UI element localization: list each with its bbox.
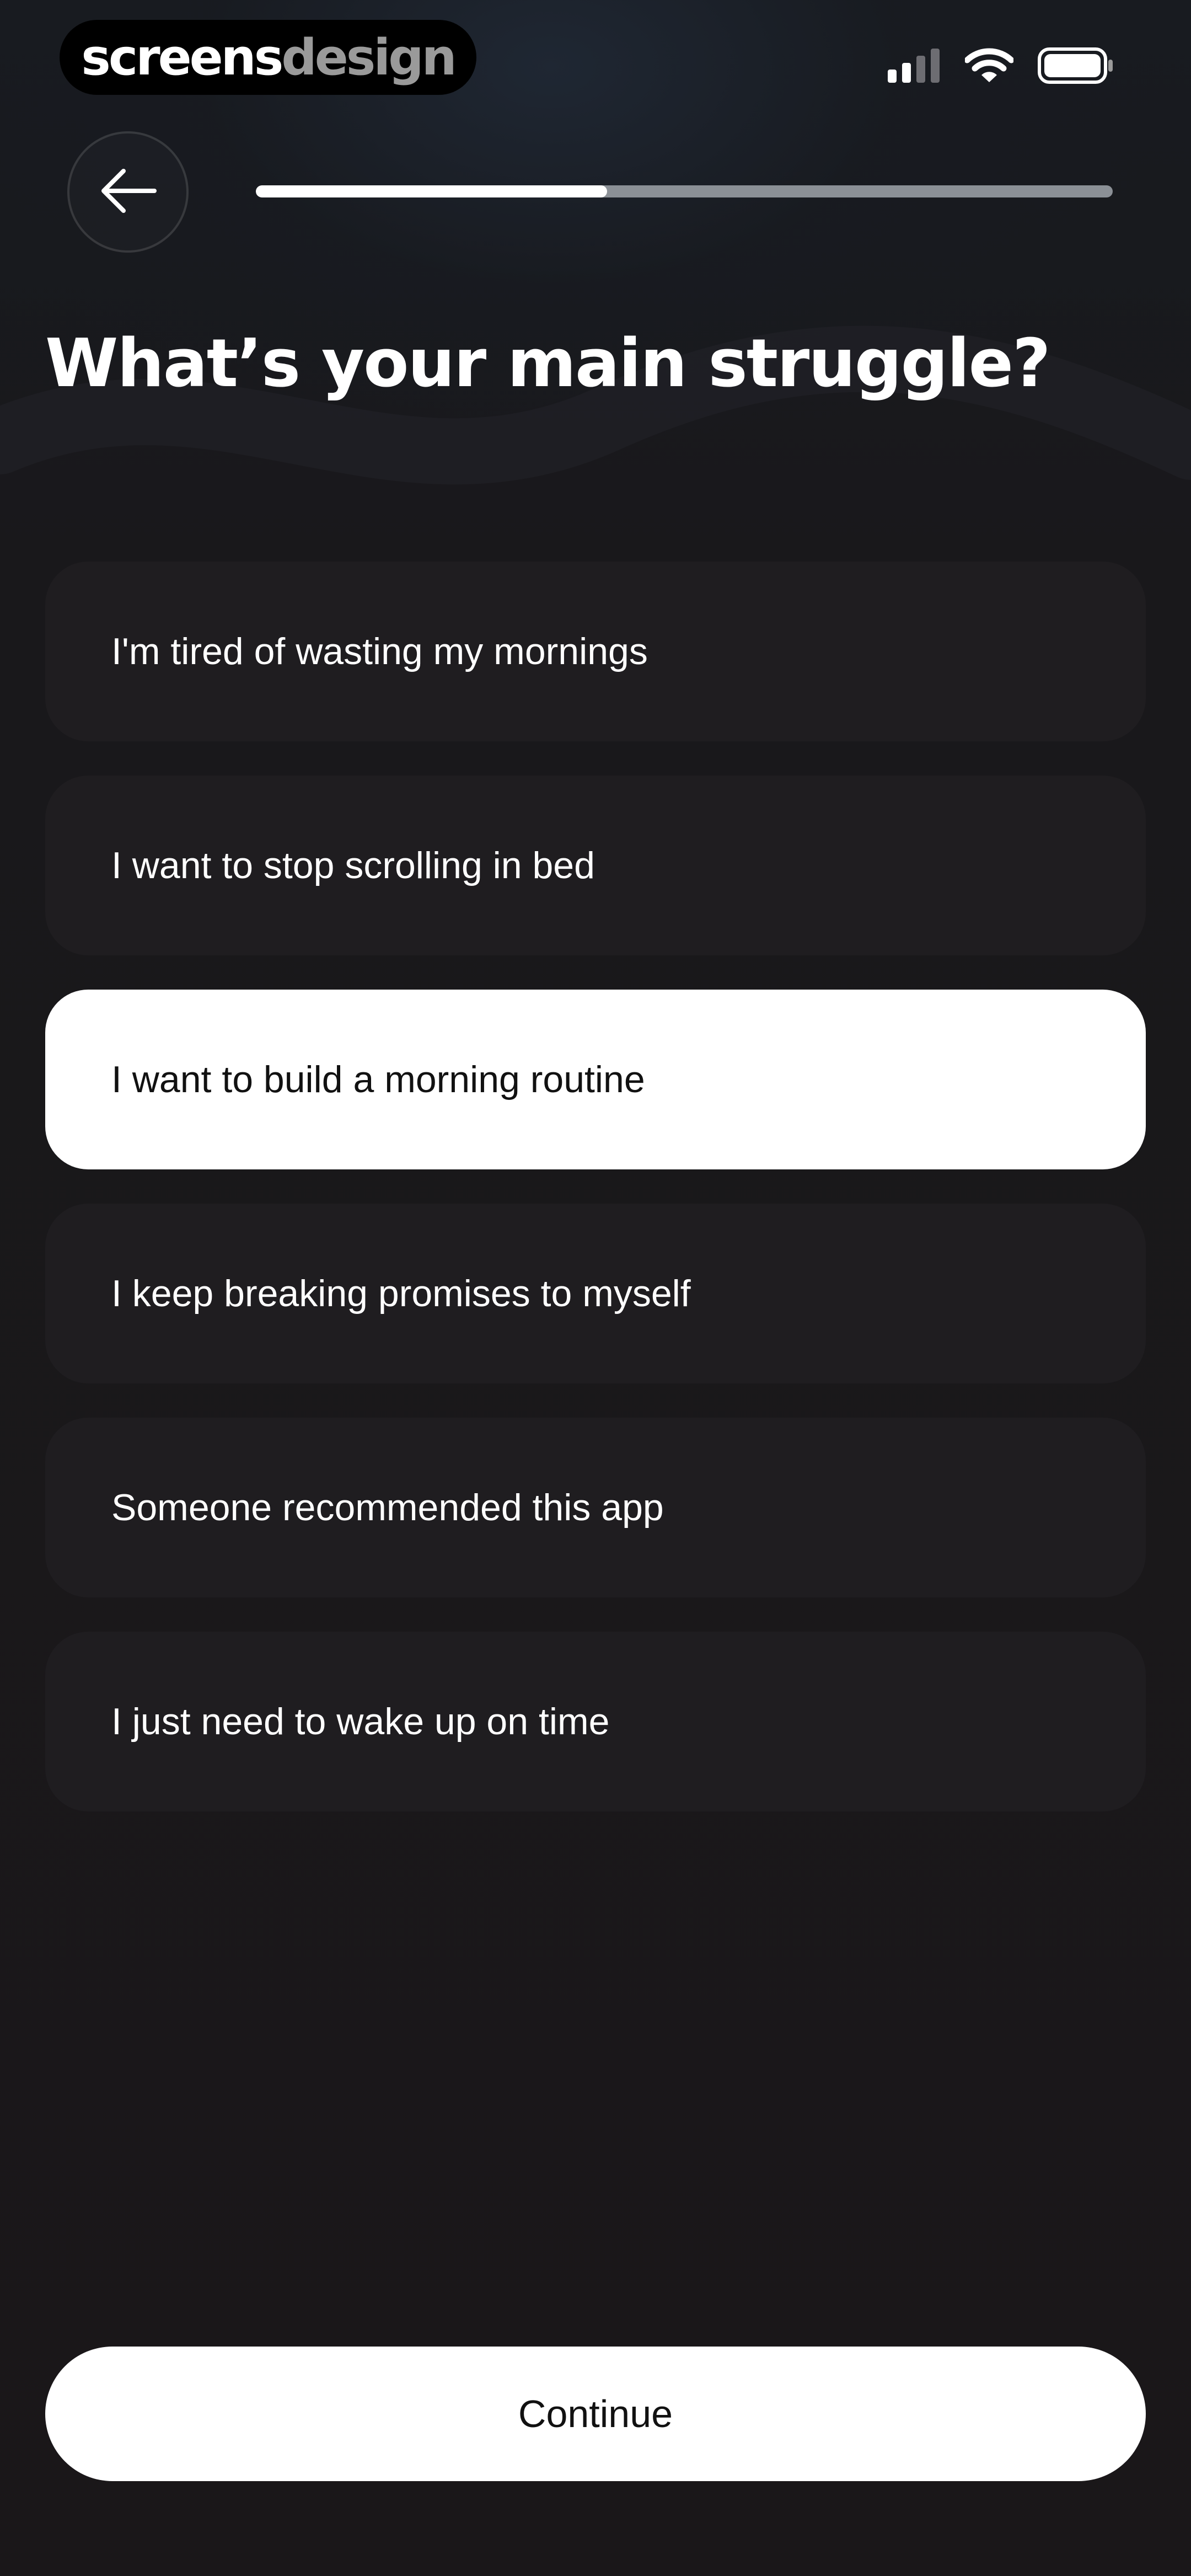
continue-label: Continue: [518, 2392, 673, 2435]
option-label: I'm tired of wasting my mornings: [111, 630, 648, 672]
background-wave-decoration: [0, 325, 1191, 485]
option-label: I want to build a morning routine: [111, 1059, 645, 1100]
brand-part-2: design: [281, 28, 457, 87]
cellular-signal-icon: [888, 48, 941, 85]
screensdesign-watermark: screens design: [60, 20, 476, 95]
brand-part-1: screens: [81, 28, 283, 87]
option-label: I just need to wake up on time: [111, 1701, 610, 1743]
options-list: I'm tired of wasting my mornings I want …: [45, 562, 1146, 1811]
option-wake-up-on-time[interactable]: I just need to wake up on time: [45, 1632, 1146, 1811]
option-stop-scrolling[interactable]: I want to stop scrolling in bed: [45, 776, 1146, 955]
status-bar: [888, 47, 1114, 86]
option-label: I want to stop scrolling in bed: [111, 845, 595, 886]
option-label: Someone recommended this app: [111, 1487, 664, 1529]
option-breaking-promises[interactable]: I keep breaking promises to myself: [45, 1204, 1146, 1383]
option-wasting-mornings[interactable]: I'm tired of wasting my mornings: [45, 562, 1146, 741]
progress-bar: [256, 185, 1113, 197]
progress-bar-fill: [256, 185, 608, 197]
arrow-left-icon: [99, 168, 157, 217]
option-someone-recommended[interactable]: Someone recommended this app: [45, 1418, 1146, 1597]
back-button[interactable]: [67, 131, 189, 253]
page-title: What’s your main struggle?: [45, 325, 1051, 402]
option-build-routine[interactable]: I want to build a morning routine: [45, 990, 1146, 1169]
option-label: I keep breaking promises to myself: [111, 1273, 691, 1314]
wifi-icon: [964, 48, 1015, 86]
continue-button[interactable]: Continue: [45, 2347, 1146, 2481]
battery-icon: [1038, 47, 1114, 87]
